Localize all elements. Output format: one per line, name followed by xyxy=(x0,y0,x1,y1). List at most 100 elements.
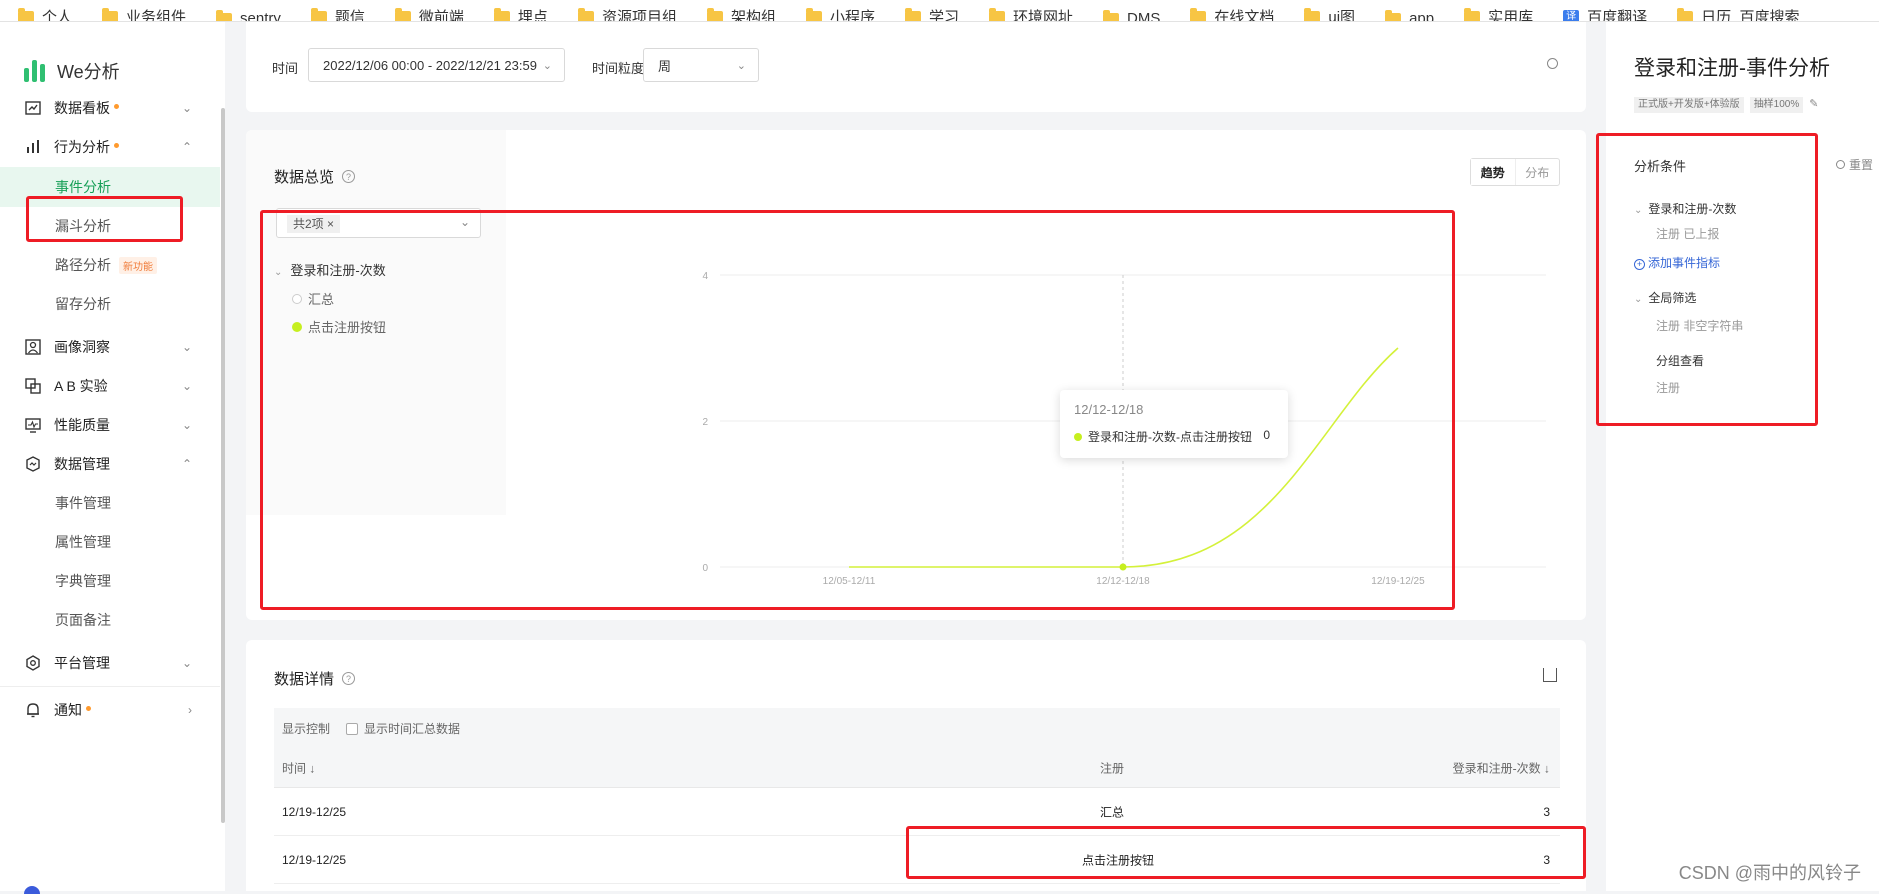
bookmark-item[interactable]: 学习 xyxy=(905,6,959,22)
bookmark-item[interactable]: 架构组 xyxy=(707,6,776,22)
edit-icon[interactable]: ✎ xyxy=(1809,97,1818,113)
nav-dashboard[interactable]: 数据看板 ⌄ xyxy=(0,88,220,128)
sidebar-item-funnel-analysis[interactable]: 漏斗分析 xyxy=(0,206,220,246)
bookmark-item[interactable]: 题信 xyxy=(311,6,365,22)
time-label: 时间 xyxy=(272,58,298,77)
bookmark-label: 题信 xyxy=(335,6,365,22)
metric-item[interactable]: ⌄ 登录和注册-次数 xyxy=(1634,200,1736,217)
checkbox[interactable] xyxy=(346,723,358,735)
nav-ab-test[interactable]: A B 实验 ⌄ xyxy=(0,366,220,406)
time-range-picker[interactable]: 2022/12/06 00:00 - 2022/12/21 23:59 ⌄ xyxy=(308,48,565,82)
bookmark-label: 个人 xyxy=(42,6,72,22)
details-title: 数据详情 ? xyxy=(274,668,355,689)
logo-text: We分析 xyxy=(57,58,120,84)
column-header-time[interactable]: 时间 ↓ xyxy=(282,759,315,776)
chart-board-icon xyxy=(24,99,42,117)
sidebar-item-attribute-management[interactable]: 属性管理 xyxy=(0,522,220,562)
time-range-value: 2022/12/06 00:00 - 2022/12/21 23:59 xyxy=(323,58,537,73)
nav-label: 页面备注 xyxy=(55,610,111,630)
chevron-down-icon: ⌄ xyxy=(737,59,746,72)
bookmark-label: 业务组件 xyxy=(126,6,186,22)
nav-label: 行为分析 xyxy=(54,137,110,157)
sidebar: We分析 数据看板 ⌄ 行为分析 ⌃ 事件分析 漏斗分析 路径分析新功能 留存分… xyxy=(0,22,225,891)
tooltip-row: 登录和注册-次数-点击注册按钮 xyxy=(1074,428,1252,445)
bookmark-label: 小程序 xyxy=(830,6,875,22)
group-by-value[interactable]: 注册 xyxy=(1656,379,1680,396)
chevron-down-icon: ⌄ xyxy=(1634,205,1642,216)
bookmark-item[interactable]: DMS xyxy=(1103,10,1160,22)
checkbox-label: 显示时间汇总数据 xyxy=(364,722,460,736)
sort-icon[interactable]: ↓ xyxy=(1544,761,1550,775)
table-header: 时间 ↓ 注册 登录和注册-次数 ↓ xyxy=(274,748,1560,788)
nav-platform[interactable]: 平台管理 ⌄ xyxy=(0,643,220,683)
nav-portrait[interactable]: 画像洞察 ⌄ xyxy=(0,327,220,367)
nav-notifications[interactable]: 通知 › xyxy=(0,690,220,730)
bookmark-item[interactable]: 在线文档 xyxy=(1190,6,1274,22)
cell-time: 12/19-12/25 xyxy=(282,853,346,867)
translate-icon: 译 xyxy=(1563,10,1579,23)
bookmark-item[interactable]: ui图 xyxy=(1304,6,1355,22)
bookmark-item[interactable]: 资源项目组 xyxy=(578,6,677,22)
folder-icon xyxy=(1385,13,1401,23)
user-portrait-icon xyxy=(24,338,42,356)
bookmark-item[interactable]: app xyxy=(1385,10,1434,22)
sidebar-scrollbar[interactable] xyxy=(221,108,225,823)
filter-bar: 时间 2022/12/06 00:00 - 2022/12/21 23:59 ⌄… xyxy=(246,22,1586,112)
bookmark-item[interactable]: 埋点 xyxy=(494,6,548,22)
export-icon[interactable] xyxy=(1543,668,1557,682)
folder-icon xyxy=(578,11,594,23)
avatar[interactable] xyxy=(24,886,40,894)
column-header-count[interactable]: 登录和注册-次数 ↓ xyxy=(1453,759,1550,776)
sidebar-item-event-management[interactable]: 事件管理 xyxy=(0,483,220,523)
reset-button[interactable]: 重置 xyxy=(1836,156,1873,173)
chevron-down-icon: ⌄ xyxy=(182,101,192,115)
nav-label: 属性管理 xyxy=(55,532,111,552)
bookmark-item[interactable]: 环境网址 xyxy=(989,6,1073,22)
data-point xyxy=(1120,564,1127,571)
bookmark-item[interactable]: 业务组件 xyxy=(102,6,186,22)
chevron-right-icon: › xyxy=(188,703,192,717)
nav-behavior-analysis[interactable]: 行为分析 ⌃ xyxy=(0,127,220,167)
bookmark-item[interactable]: 个人 xyxy=(18,6,72,22)
granularity-select[interactable]: 周 ⌄ xyxy=(643,48,759,82)
chevron-down-icon: ⌄ xyxy=(182,340,192,354)
bookmark-item[interactable]: 实用库 xyxy=(1464,6,1533,22)
folder-icon xyxy=(1103,13,1119,23)
show-time-summary-checkbox[interactable]: 显示时间汇总数据 xyxy=(346,720,460,737)
metric-filter[interactable]: 注册 已上报 xyxy=(1656,225,1719,242)
bookmark-label: 微前端 xyxy=(419,6,464,22)
sidebar-item-path-analysis[interactable]: 路径分析新功能 xyxy=(0,245,220,285)
cell-count: 3 xyxy=(1543,805,1550,819)
bookmark-item[interactable]: 日历_百度搜索 xyxy=(1677,6,1799,22)
global-filter-item[interactable]: ⌄全局筛选 xyxy=(1634,289,1696,306)
folder-icon xyxy=(989,11,1005,23)
bookmark-label: DMS xyxy=(1127,10,1160,22)
table-row: 12/19-12/25 汇总 3 xyxy=(274,788,1560,836)
granularity-label: 时间粒度 xyxy=(592,58,644,77)
trend-chart[interactable]: 02412/05-12/1112/12-12/1812/19-12/25 xyxy=(246,130,1586,620)
bookmark-label: 埋点 xyxy=(518,6,548,22)
add-metric-button[interactable]: +添加事件指标 xyxy=(1634,254,1720,271)
global-filter-value[interactable]: 注册 非空字符串 xyxy=(1656,317,1743,334)
nav-performance[interactable]: 性能质量 ⌄ xyxy=(0,405,220,445)
refresh-icon[interactable] xyxy=(1547,58,1558,69)
bookmark-item[interactable]: 微前端 xyxy=(395,6,464,22)
global-filter-label: 全局筛选 xyxy=(1648,291,1696,305)
nav-label: 平台管理 xyxy=(54,653,110,673)
sidebar-item-dictionary-management[interactable]: 字典管理 xyxy=(0,561,220,601)
sidebar-item-event-analysis[interactable]: 事件分析 xyxy=(0,167,220,207)
nav-data-management[interactable]: 数据管理 ⌃ xyxy=(0,444,220,484)
nav-label: 路径分析 xyxy=(55,255,111,275)
help-icon[interactable]: ? xyxy=(342,672,355,685)
logo[interactable]: We分析 xyxy=(24,58,120,84)
metric-label: 登录和注册-次数 xyxy=(1648,202,1736,216)
folder-icon xyxy=(1190,11,1206,23)
bookmark-item[interactable]: 小程序 xyxy=(806,6,875,22)
bookmark-label: 日历_百度搜索 xyxy=(1701,6,1799,22)
sidebar-item-retention-analysis[interactable]: 留存分析 xyxy=(0,284,220,324)
bookmark-item[interactable]: 译百度翻译 xyxy=(1563,6,1647,22)
sort-icon[interactable]: ↓ xyxy=(309,761,315,775)
bookmark-item[interactable]: sentry xyxy=(216,10,281,22)
sidebar-item-page-notes[interactable]: 页面备注 xyxy=(0,600,220,640)
cell-register: 汇总 xyxy=(1100,803,1124,820)
